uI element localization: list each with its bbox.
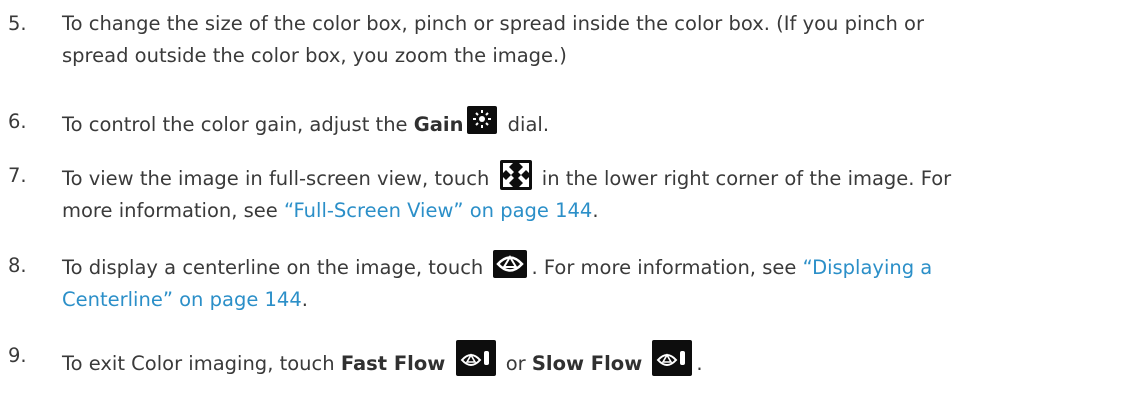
centerline-icon bbox=[493, 250, 528, 278]
step-number: 6. bbox=[8, 110, 27, 133]
displaying-centerline-link-continued[interactable]: Centerline” on page 144 bbox=[62, 288, 302, 311]
step-line: To change the size of the color box, pin… bbox=[62, 12, 924, 35]
step-text-segment: . bbox=[592, 199, 599, 222]
step-text-segment: . For more information, see bbox=[531, 256, 803, 279]
step-line: To view the image in full-screen view, t… bbox=[62, 160, 1122, 195]
gain-sun-icon bbox=[467, 106, 498, 134]
step-text-segment: To display a centerline on the image, to… bbox=[62, 256, 490, 279]
step-text-segment: To exit Color imaging, touch bbox=[62, 352, 341, 375]
fast-flow-icon bbox=[455, 340, 496, 376]
step-line: spread outside the color box, you zoom t… bbox=[62, 44, 567, 67]
step-text: To change the size of the color box, pin… bbox=[62, 8, 1122, 72]
displaying-centerline-link[interactable]: “Displaying a bbox=[803, 256, 933, 279]
step-text-segment: or bbox=[499, 352, 532, 375]
step-text-segment: . bbox=[696, 352, 703, 375]
gain-label: Gain bbox=[413, 113, 464, 136]
step-text-segment: . bbox=[301, 288, 308, 311]
step-text: To display a centerline on the image, to… bbox=[62, 250, 1122, 316]
full-screen-view-link[interactable]: “Full-Screen View” on page 144 bbox=[284, 199, 592, 222]
step-text: To control the color gain, adjust the Ga… bbox=[62, 106, 1122, 141]
step-number: 5. bbox=[8, 12, 27, 35]
step-line: To display a centerline on the image, to… bbox=[62, 250, 1122, 284]
fullscreen-arrows-icon bbox=[499, 160, 532, 190]
step-text: To view the image in full-screen view, t… bbox=[62, 160, 1122, 227]
slow-flow-label: Slow Flow bbox=[531, 352, 643, 375]
step-number: 8. bbox=[8, 254, 27, 277]
step-text-segment: in the lower right corner of the image. … bbox=[535, 167, 952, 190]
step-text-segment: To view the image in full-screen view, t… bbox=[62, 167, 496, 190]
step-text-segment: more information, see bbox=[62, 199, 285, 222]
step-line: more information, see “Full-Screen View”… bbox=[62, 195, 1122, 227]
step-text-segment: To control the color gain, adjust the bbox=[62, 113, 414, 136]
fast-flow-label: Fast Flow bbox=[340, 352, 446, 375]
step-number: 9. bbox=[8, 344, 27, 367]
step-text: To exit Color imaging, touch Fast Flow o… bbox=[62, 340, 1122, 380]
step-line: Centerline” on page 144. bbox=[62, 284, 1122, 316]
instruction-list: 5. To change the size of the color box, … bbox=[0, 0, 1141, 401]
step-text-segment: dial. bbox=[501, 113, 550, 136]
slow-flow-icon bbox=[652, 340, 693, 376]
step-number: 7. bbox=[8, 164, 27, 187]
